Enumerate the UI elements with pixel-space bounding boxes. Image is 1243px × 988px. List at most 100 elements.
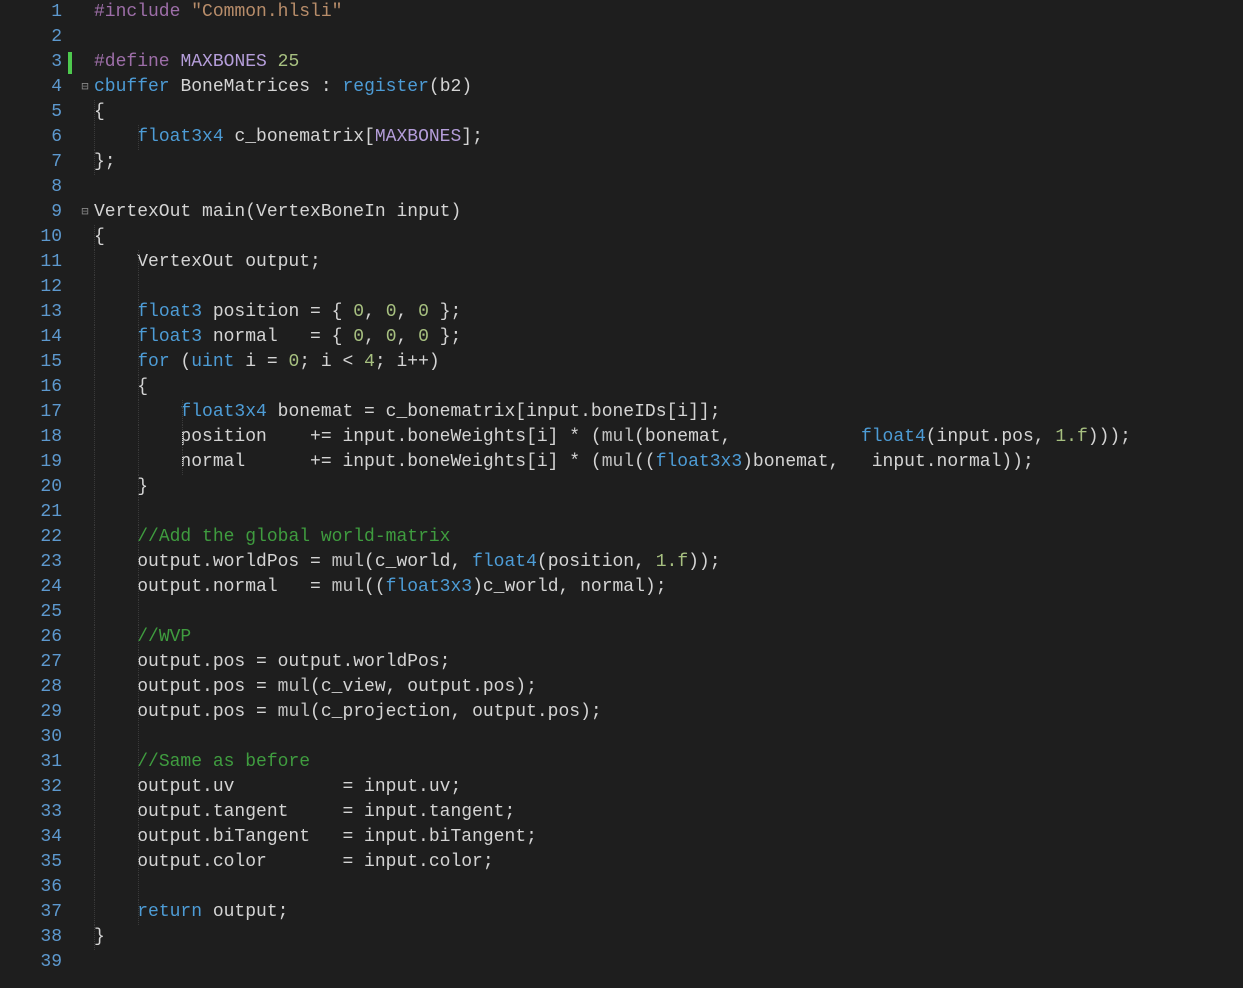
code-line[interactable]: position += input.boneWeights[i] * (mul(… [94,425,1243,450]
fold-gutter[interactable]: ⊟⊟ [76,0,94,977]
token-ident [94,327,137,347]
token-ident: i = [234,352,288,372]
fold-toggle[interactable]: ⊟ [76,200,94,225]
change-marker [68,227,76,252]
token-cast: float3x3 [386,577,472,597]
code-line[interactable]: output.pos = output.worldPos; [94,650,1243,675]
token-type: float3x4 [137,127,223,147]
token-ident: bonemat = c_bonematrix[input.boneIDs[i]]… [267,402,721,422]
code-line[interactable]: output.uv = input.uv; [94,775,1243,800]
fold-toggle [76,800,94,825]
token-keyword: register [342,77,428,97]
token-ident: (c_projection, output.pos); [310,702,602,722]
code-line[interactable]: float3x4 bonemat = c_bonematrix[input.bo… [94,400,1243,425]
code-line[interactable]: //Same as before [94,750,1243,775]
code-line[interactable]: { [94,225,1243,250]
fold-toggle [76,850,94,875]
token-ident: , [364,302,386,322]
fold-toggle [76,725,94,750]
code-line[interactable]: #include "Common.hlsli" [94,0,1243,25]
token-number: 0 [418,327,429,347]
code-line[interactable]: output.worldPos = mul(c_world, float4(po… [94,550,1243,575]
token-ident [94,127,137,147]
code-editor[interactable]: 1234567891011121314151617181920212223242… [0,0,1243,977]
token-ident: )); [688,552,720,572]
change-marker [68,677,76,702]
code-line[interactable]: VertexOut output; [94,250,1243,275]
change-marker [68,52,76,77]
token-ident [170,77,181,97]
code-line[interactable]: //WVP [94,625,1243,650]
code-line[interactable]: VertexOut main(VertexBoneIn input) [94,200,1243,225]
change-marker [68,402,76,427]
token-ident: ]; [461,127,483,147]
code-line[interactable]: float3 normal = { 0, 0, 0 }; [94,325,1243,350]
code-line[interactable]: //Add the global world-matrix [94,525,1243,550]
code-line[interactable] [94,950,1243,975]
change-marker [68,127,76,152]
change-marker [68,952,76,977]
change-marker [68,352,76,377]
token-number: 0 [288,352,299,372]
token-ident: b2 [440,77,462,97]
code-line[interactable]: normal += input.boneWeights[i] * (mul((f… [94,450,1243,475]
token-ident: (( [634,452,656,472]
change-marker [68,852,76,877]
token-ident: main [202,202,245,222]
line-number: 20 [0,475,62,500]
code-line[interactable]: cbuffer BoneMatrices : register(b2) [94,75,1243,100]
code-line[interactable] [94,600,1243,625]
code-line[interactable] [94,175,1243,200]
change-marker [68,102,76,127]
token-ident: }; [429,302,461,322]
line-number: 7 [0,150,62,175]
token-ident: , [364,327,386,347]
code-line[interactable]: { [94,375,1243,400]
fold-toggle[interactable]: ⊟ [76,75,94,100]
token-ident [94,352,137,372]
code-line[interactable]: #define MAXBONES 25 [94,50,1243,75]
code-line[interactable]: output.biTangent = input.biTangent; [94,825,1243,850]
token-ident [170,52,181,72]
token-macro: MAXBONES [180,52,266,72]
code-line[interactable] [94,875,1243,900]
change-marker-gutter [68,0,76,977]
token-preproc: #define [94,52,170,72]
token-macro: MAXBONES [375,127,461,147]
code-line[interactable]: } [94,925,1243,950]
code-line[interactable]: output.color = input.color; [94,850,1243,875]
token-cast: float3x3 [656,452,742,472]
code-line[interactable] [94,25,1243,50]
code-line[interactable]: output.tangent = input.tangent; [94,800,1243,825]
code-line[interactable] [94,275,1243,300]
code-line[interactable] [94,500,1243,525]
code-line[interactable]: output.pos = mul(c_projection, output.po… [94,700,1243,725]
change-marker [68,577,76,602]
token-ident: , [397,302,419,322]
code-area[interactable]: #include "Common.hlsli" #define MAXBONES … [94,0,1243,977]
line-number: 13 [0,300,62,325]
code-line[interactable]: } [94,475,1243,500]
fold-toggle [76,425,94,450]
token-ident [94,627,137,647]
fold-toggle [76,750,94,775]
code-line[interactable]: float3x4 c_bonematrix[MAXBONES]; [94,125,1243,150]
change-marker [68,0,76,25]
change-marker [68,477,76,502]
fold-toggle [76,600,94,625]
fold-toggle [76,375,94,400]
code-line[interactable]: for (uint i = 0; i < 4; i++) [94,350,1243,375]
code-line[interactable]: { [94,100,1243,125]
token-ident: (bonemat, [634,427,861,447]
token-ident: output.uv = input.uv; [94,777,461,797]
code-line[interactable]: output.normal = mul((float3x3)c_world, n… [94,575,1243,600]
line-number: 37 [0,900,62,925]
code-line[interactable]: return output; [94,900,1243,925]
code-line[interactable] [94,725,1243,750]
token-ident: ) [461,77,472,97]
line-number: 26 [0,625,62,650]
code-line[interactable]: }; [94,150,1243,175]
code-line[interactable]: output.pos = mul(c_view, output.pos); [94,675,1243,700]
code-line[interactable]: float3 position = { 0, 0, 0 }; [94,300,1243,325]
change-marker [68,502,76,527]
